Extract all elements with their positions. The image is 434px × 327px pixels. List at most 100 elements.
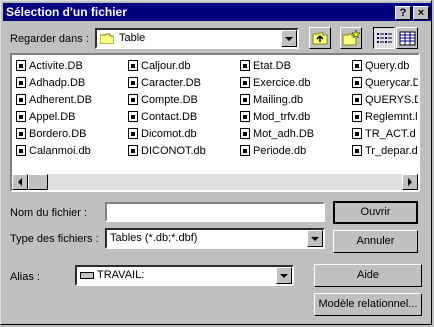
lookin-combo[interactable]: Table bbox=[95, 28, 299, 49]
file-name: Etat.DB bbox=[253, 60, 291, 72]
file-name: Mot_adh.DB bbox=[253, 128, 315, 140]
database-file-icon bbox=[16, 60, 26, 71]
file-item[interactable]: Mailing.db bbox=[240, 92, 303, 108]
file-item[interactable]: Adherent.DB bbox=[16, 92, 92, 108]
file-item[interactable]: Mot_adh.DB bbox=[240, 126, 314, 142]
up-folder-icon bbox=[310, 32, 330, 51]
cancel-button[interactable]: Annuler bbox=[333, 230, 418, 253]
dialog-title: Sélection d'un fichier bbox=[6, 5, 127, 19]
file-name: Reglemnt.l bbox=[365, 111, 418, 123]
file-item[interactable]: Tr_depar.d bbox=[352, 143, 418, 159]
help-title-button[interactable]: ? bbox=[395, 6, 411, 20]
file-name: Exercice.db bbox=[253, 77, 311, 89]
new-folder-button[interactable] bbox=[340, 27, 362, 49]
horizontal-scrollbar[interactable] bbox=[12, 174, 418, 190]
database-file-icon bbox=[16, 94, 26, 105]
details-view-button[interactable] bbox=[396, 27, 418, 49]
file-item[interactable]: Query.db bbox=[352, 58, 409, 74]
database-file-icon bbox=[128, 128, 138, 139]
filetype-combo[interactable]: Tables (*.db;*.dbf) bbox=[105, 228, 325, 249]
filename-label: Nom du fichier : bbox=[10, 207, 88, 219]
chevron-down-icon bbox=[285, 36, 293, 41]
close-button[interactable]: × bbox=[413, 6, 429, 20]
file-name: Mailing.db bbox=[253, 94, 304, 106]
file-item[interactable]: Compte.DB bbox=[128, 92, 198, 108]
help-button[interactable]: Aide bbox=[314, 264, 422, 287]
file-name: Dicomot.db bbox=[141, 128, 197, 140]
file-item[interactable]: Caracter.DB bbox=[128, 75, 201, 91]
scroll-right-button[interactable] bbox=[402, 174, 418, 190]
file-name: Periode.db bbox=[253, 145, 307, 157]
file-name: Adhadp.DB bbox=[29, 77, 86, 89]
file-name: Bordero.DB bbox=[29, 128, 87, 140]
file-item[interactable]: Contact.DB bbox=[128, 109, 197, 125]
file-item[interactable]: Adhadp.DB bbox=[16, 75, 85, 91]
database-file-icon bbox=[352, 145, 362, 156]
folder-icon bbox=[99, 33, 115, 45]
file-name: Querycar.DB bbox=[365, 77, 420, 89]
database-file-icon bbox=[128, 77, 138, 88]
file-item[interactable]: Bordero.DB bbox=[16, 126, 86, 142]
lookin-dropdown-button[interactable] bbox=[281, 30, 297, 47]
file-list[interactable]: Activite.DB Adhadp.DB Adherent.DB Appel.DB B… bbox=[10, 53, 420, 192]
database-file-icon bbox=[240, 60, 250, 71]
file-item[interactable]: Periode.db bbox=[240, 143, 306, 159]
file-item[interactable]: QUERYS.D bbox=[352, 92, 418, 108]
filetype-value: Tables (*.db;*.dbf) bbox=[110, 232, 198, 244]
file-name: Caljour.db bbox=[141, 60, 191, 72]
open-button[interactable]: Ouvrir bbox=[333, 201, 418, 224]
alias-dropdown-button[interactable] bbox=[276, 267, 292, 284]
database-file-icon bbox=[352, 128, 362, 139]
list-view-button[interactable] bbox=[373, 27, 395, 49]
database-file-icon bbox=[16, 128, 26, 139]
database-file-icon bbox=[128, 94, 138, 105]
file-item[interactable]: Mod_trfv.db bbox=[240, 109, 310, 125]
lookin-label: Regarder dans : bbox=[10, 33, 89, 45]
database-file-icon bbox=[16, 111, 26, 122]
alias-combo[interactable]: TRAVAIL: bbox=[75, 265, 294, 286]
database-file-icon bbox=[352, 60, 362, 71]
database-file-icon bbox=[240, 77, 250, 88]
file-name: Contact.DB bbox=[141, 111, 198, 123]
file-name: Caracter.DB bbox=[141, 77, 201, 89]
file-item[interactable]: DICONOT.db bbox=[128, 143, 206, 159]
file-item[interactable]: Etat.DB bbox=[240, 58, 291, 74]
file-item[interactable]: Querycar.DB bbox=[352, 75, 420, 91]
filetype-dropdown-button[interactable] bbox=[307, 230, 323, 247]
relational-model-button[interactable]: Modèle relationnel... bbox=[314, 293, 422, 316]
database-file-icon bbox=[240, 94, 250, 105]
database-file-icon bbox=[128, 145, 138, 156]
file-name: Tr_depar.d bbox=[365, 145, 418, 157]
up-folder-button[interactable] bbox=[309, 27, 331, 49]
arrow-left-icon bbox=[18, 178, 22, 186]
scroll-thumb[interactable] bbox=[28, 174, 48, 190]
file-item[interactable]: Exercice.db bbox=[240, 75, 310, 91]
file-name: Activite.DB bbox=[29, 60, 83, 72]
arrow-right-icon bbox=[408, 178, 412, 186]
details-view-icon bbox=[397, 31, 417, 51]
file-item[interactable]: Caljour.db bbox=[128, 58, 191, 74]
database-file-icon bbox=[352, 94, 362, 105]
file-name: Appel.DB bbox=[29, 111, 76, 123]
file-name: Adherent.DB bbox=[29, 94, 92, 106]
file-item[interactable]: Activite.DB bbox=[16, 58, 83, 74]
file-name: Compte.DB bbox=[141, 94, 198, 106]
file-item[interactable]: Dicomot.db bbox=[128, 126, 197, 142]
file-name: TR_ACT.d bbox=[365, 128, 416, 140]
alias-label: Alias : bbox=[10, 271, 40, 283]
alias-value: TRAVAIL: bbox=[97, 269, 145, 281]
database-file-icon bbox=[352, 77, 362, 88]
database-file-icon bbox=[16, 145, 26, 156]
file-item[interactable]: Appel.DB bbox=[16, 109, 75, 125]
file-item[interactable]: TR_ACT.d bbox=[352, 126, 416, 142]
filename-input[interactable] bbox=[105, 202, 325, 222]
database-file-icon bbox=[128, 111, 138, 122]
scroll-left-button[interactable] bbox=[12, 174, 28, 190]
database-file-icon bbox=[240, 145, 250, 156]
file-item[interactable]: Calanmoi.db bbox=[16, 143, 91, 159]
file-item[interactable]: Reglemnt.l bbox=[352, 109, 418, 125]
new-folder-icon bbox=[341, 29, 361, 51]
list-view-icon bbox=[374, 33, 394, 51]
database-file-icon bbox=[240, 111, 250, 122]
chevron-down-icon bbox=[311, 236, 319, 241]
